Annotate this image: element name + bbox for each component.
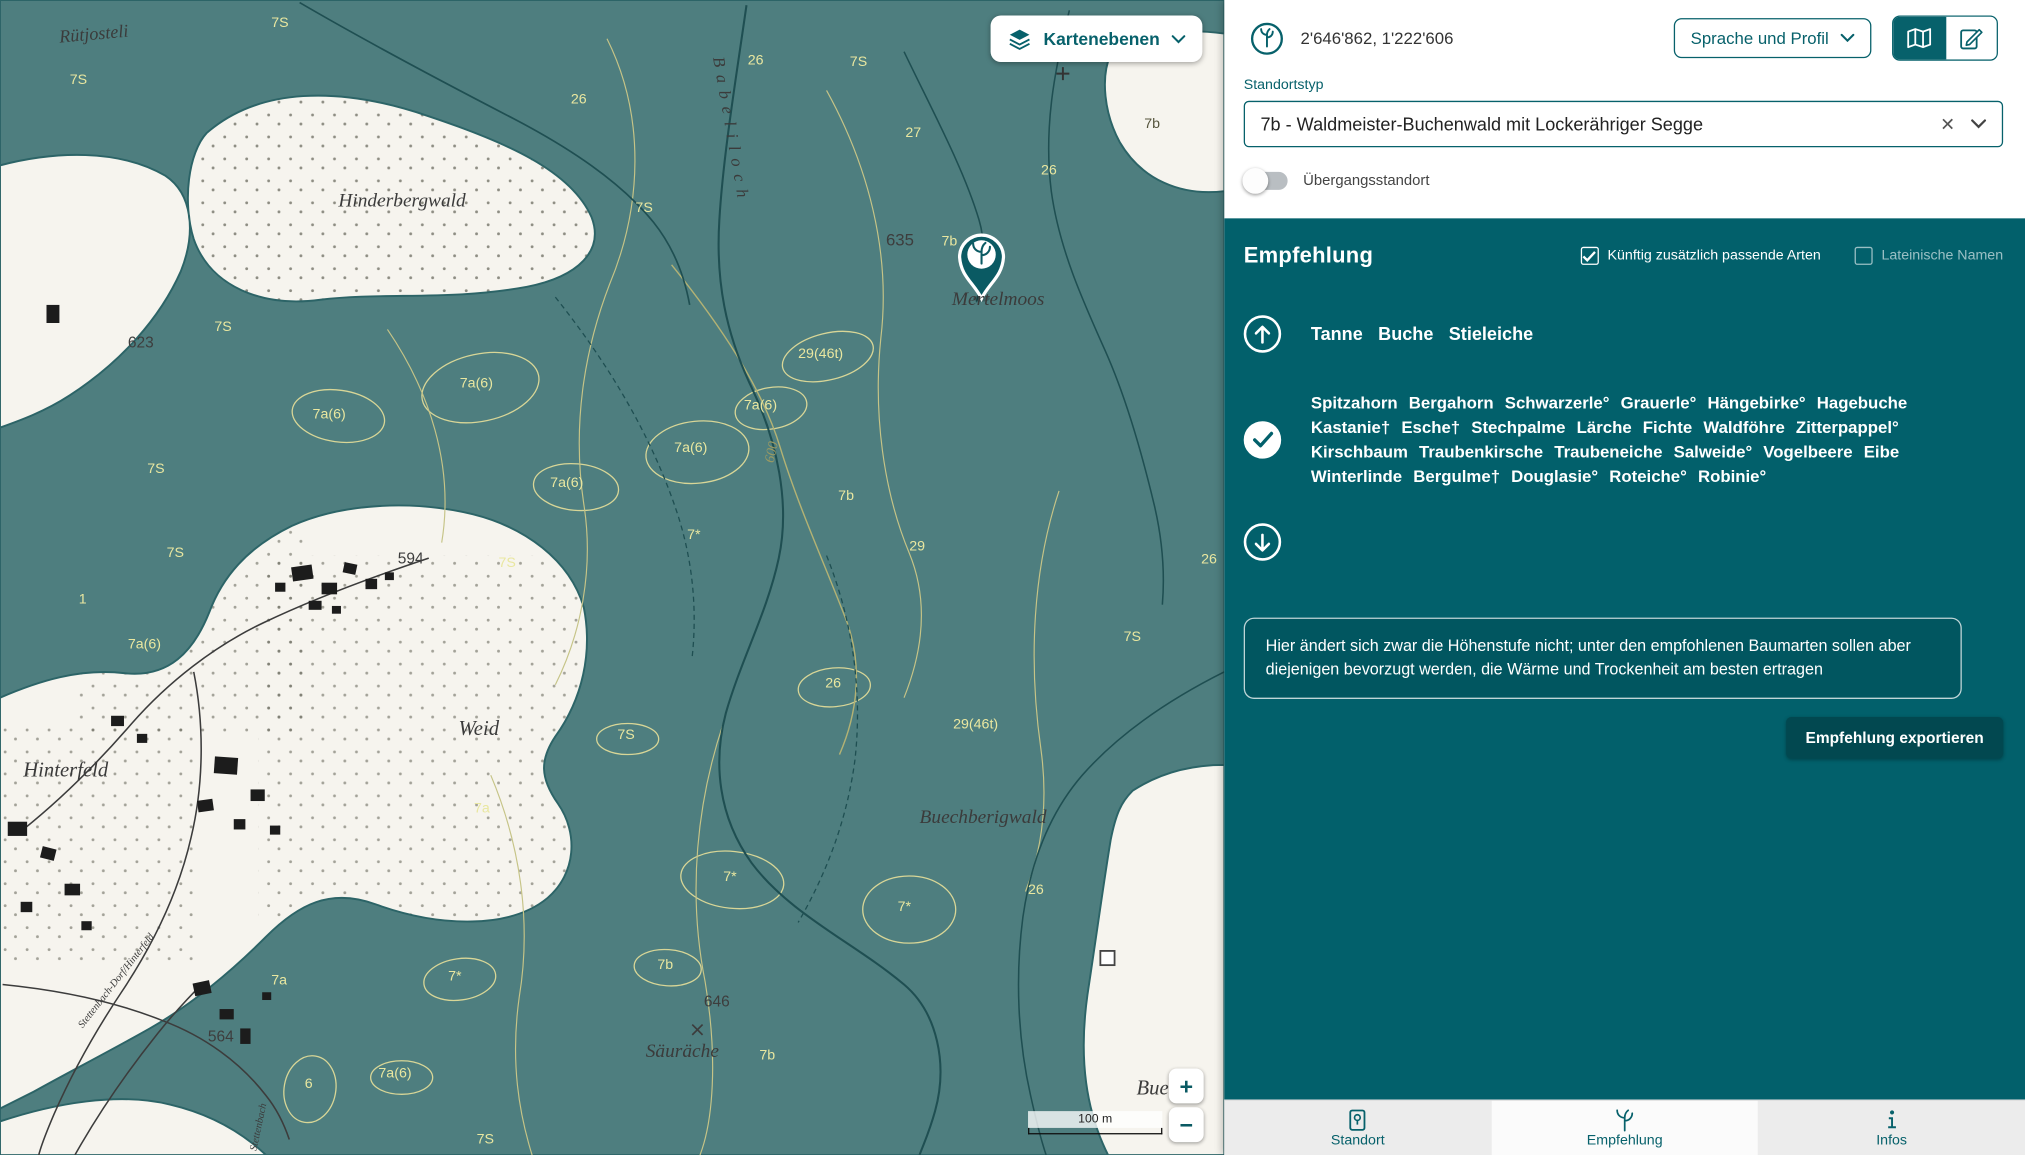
future-species-label: Künftig zusätzlich passende Arten [1608,248,1821,264]
language-profile-button[interactable]: Sprache und Profil [1674,18,1872,58]
zoom-out-button[interactable]: − [1169,1107,1204,1142]
form-view-button[interactable] [1945,17,1997,60]
document-pin-icon [1346,1108,1369,1131]
chevron-down-icon [1840,34,1854,43]
map[interactable]: 7S7S7S7S7S7S7S7S7S7S7S262626262626277b7b… [0,0,1224,1155]
standorttyp-section: Standortstyp 7b - Waldmeister-Buchenwald… [1224,76,2025,218]
latin-names-checkbox[interactable]: Lateinische Namen [1854,247,2003,265]
tab-infos[interactable]: Infos [1758,1101,2025,1155]
export-button[interactable]: Empfehlung exportieren [1786,717,2003,758]
app: 7S7S7S7S7S7S7S7S7S7S7S262626262626277b7b… [0,0,2025,1155]
empfehlung-panel: Empfehlung Künftig zusätzlich passende A… [1224,218,2025,1099]
tab-empfehlung[interactable]: Empfehlung [1491,1101,1758,1155]
coordinates: 2'646'862, 1'222'606 [1301,28,1454,47]
more-suitable-row [1244,523,2003,560]
side-panel: 2'646'862, 1'222'606 Sprache und Profil [1224,0,2025,1155]
edit-icon [1959,26,1984,51]
scale-line [1028,1128,1162,1134]
future-species-checkbox[interactable]: Künftig zusätzlich passende Arten [1580,247,1820,265]
language-profile-label: Sprache und Profil [1691,28,1829,47]
chevron-down-icon[interactable] [1971,119,1986,129]
standorttyp-label: Standortstyp [1244,78,2003,94]
chevron-down-icon [1171,34,1185,43]
latin-names-label: Lateinische Namen [1881,248,2003,264]
toggle-knob [1242,168,1268,194]
map-canvas[interactable] [0,0,1224,1155]
standorttyp-select[interactable]: 7b - Waldmeister-Buchenwald mit Lockeräh… [1244,101,2003,148]
tab-empfehlung-label: Empfehlung [1587,1132,1663,1148]
view-switch [1892,16,1998,61]
checkbox-unchecked-icon [1854,247,1872,265]
zoom-controls: + − [1169,1068,1204,1142]
arrow-down-icon [1244,523,1281,560]
zoom-in-button[interactable]: + [1169,1068,1204,1103]
arrow-up-icon [1244,315,1281,352]
standorttyp-value: 7b - Waldmeister-Buchenwald mit Lockeräh… [1261,114,1941,135]
tab-infos-label: Infos [1876,1132,1907,1148]
note-box: Hier ändert sich zwar die Höhenstufe nic… [1244,618,1962,699]
less-suitable-row: Tanne Buche Stieleiche [1244,315,2003,352]
scale-label: 100 m [1028,1111,1162,1128]
map-layers-label: Kartenebenen [1043,29,1159,48]
less-suitable-species: Tanne Buche Stieleiche [1311,322,1533,347]
suitable-row: Spitzahorn Bergahorn Schwarzerle° Grauer… [1244,390,2003,488]
map-icon [1906,27,1932,49]
map-layers-button[interactable]: Kartenebenen [991,16,1203,63]
empfehlung-title: Empfehlung [1244,243,1373,269]
info-icon [1880,1108,1903,1131]
uebergangsstandort-label: Übergangsstandort [1303,173,1429,189]
tab-bar: Standort Empfehlung Infos [1224,1099,2025,1155]
suitable-species: Spitzahorn Bergahorn Schwarzerle° Grauer… [1311,390,1988,488]
tab-standort[interactable]: Standort [1224,1101,1491,1155]
clear-icon[interactable]: ✕ [1940,113,1955,135]
uebergangsstandort-toggle[interactable] [1246,172,1287,190]
tab-standort-label: Standort [1331,1132,1385,1148]
scale-bar: 100 m [1028,1111,1162,1134]
layers-icon [1007,26,1032,51]
map-view-button[interactable] [1893,17,1945,60]
panel-header: 2'646'862, 1'222'606 Sprache und Profil [1224,0,2025,76]
checkbox-checked-icon [1580,247,1598,265]
check-circle-icon [1244,421,1281,458]
treeapp-logo-icon [1250,21,1284,55]
tree-icon [1613,1108,1636,1131]
